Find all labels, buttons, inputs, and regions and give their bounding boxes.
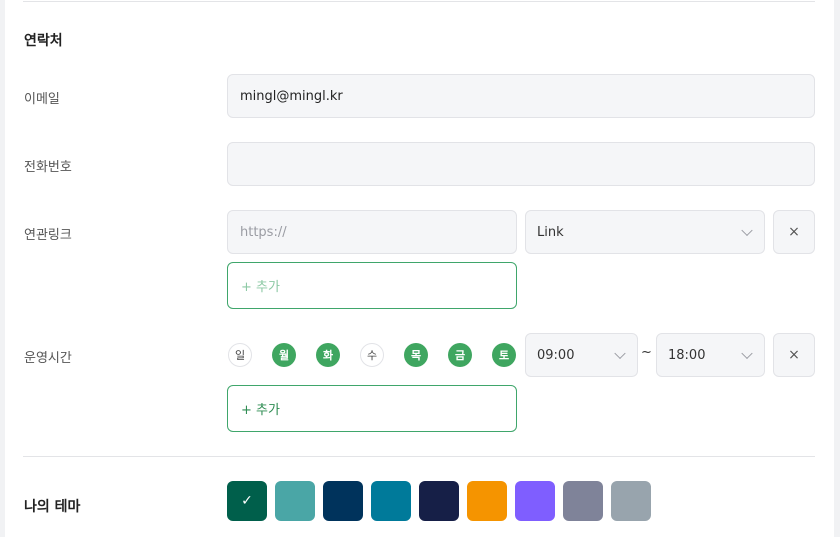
theme-swatch[interactable] (563, 481, 603, 521)
day-toggle-mon[interactable]: 월 (272, 343, 296, 367)
right-frame (834, 0, 840, 537)
chevron-down-icon (614, 347, 626, 360)
email-label: 이메일 (24, 92, 60, 107)
start-time-select[interactable]: 09:00 (525, 333, 638, 377)
hours-label: 운영시간 (24, 351, 72, 366)
check-icon: ✓ (241, 493, 253, 509)
top-divider (23, 1, 815, 2)
time-separator: ~ (641, 345, 652, 360)
theme-swatch[interactable]: ✓ (227, 481, 267, 521)
theme-swatch[interactable] (275, 481, 315, 521)
left-frame (0, 0, 5, 537)
add-hours-button[interactable]: + 추가 (227, 385, 517, 432)
day-toggle-tue[interactable]: 화 (316, 343, 340, 367)
add-link-button[interactable]: + 추가 (227, 262, 517, 309)
close-icon: × (788, 224, 800, 240)
links-label: 연관링크 (24, 228, 72, 243)
link-type-select[interactable]: Link (525, 210, 765, 254)
remove-hours-button[interactable]: × (773, 333, 815, 377)
email-value: mingl@mingl.kr (240, 88, 343, 104)
day-toggle-wed[interactable]: 수 (360, 343, 384, 367)
section-divider (23, 456, 815, 457)
add-hours-label: + 추가 (241, 403, 280, 418)
chevron-down-icon (741, 347, 753, 360)
contact-section-title: 연락처 (24, 33, 63, 49)
end-time-select[interactable]: 18:00 (656, 333, 765, 377)
theme-section-title: 나의 테마 (24, 499, 81, 515)
day-toggle-thu[interactable]: 목 (404, 343, 428, 367)
day-toggle-sun[interactable]: 일 (228, 343, 252, 367)
phone-label: 전화번호 (24, 160, 72, 175)
start-time-value: 09:00 (537, 347, 575, 363)
theme-swatch[interactable] (611, 481, 651, 521)
theme-swatch[interactable] (419, 481, 459, 521)
remove-link-button[interactable]: × (773, 210, 815, 254)
add-link-label: + 추가 (241, 280, 280, 295)
theme-swatch[interactable] (515, 481, 555, 521)
day-toggle-fri[interactable]: 금 (448, 343, 472, 367)
phone-field[interactable] (227, 142, 815, 186)
theme-swatch[interactable] (323, 481, 363, 521)
day-toggle-sat[interactable]: 토 (492, 343, 516, 367)
email-field[interactable]: mingl@mingl.kr (227, 74, 815, 118)
link-url-input[interactable]: https:// (227, 210, 517, 254)
link-type-value: Link (537, 224, 564, 240)
end-time-value: 18:00 (668, 347, 706, 363)
chevron-down-icon (741, 224, 753, 237)
theme-swatch[interactable] (467, 481, 507, 521)
link-url-placeholder: https:// (240, 224, 287, 240)
theme-swatch[interactable] (371, 481, 411, 521)
close-icon: × (788, 347, 800, 363)
